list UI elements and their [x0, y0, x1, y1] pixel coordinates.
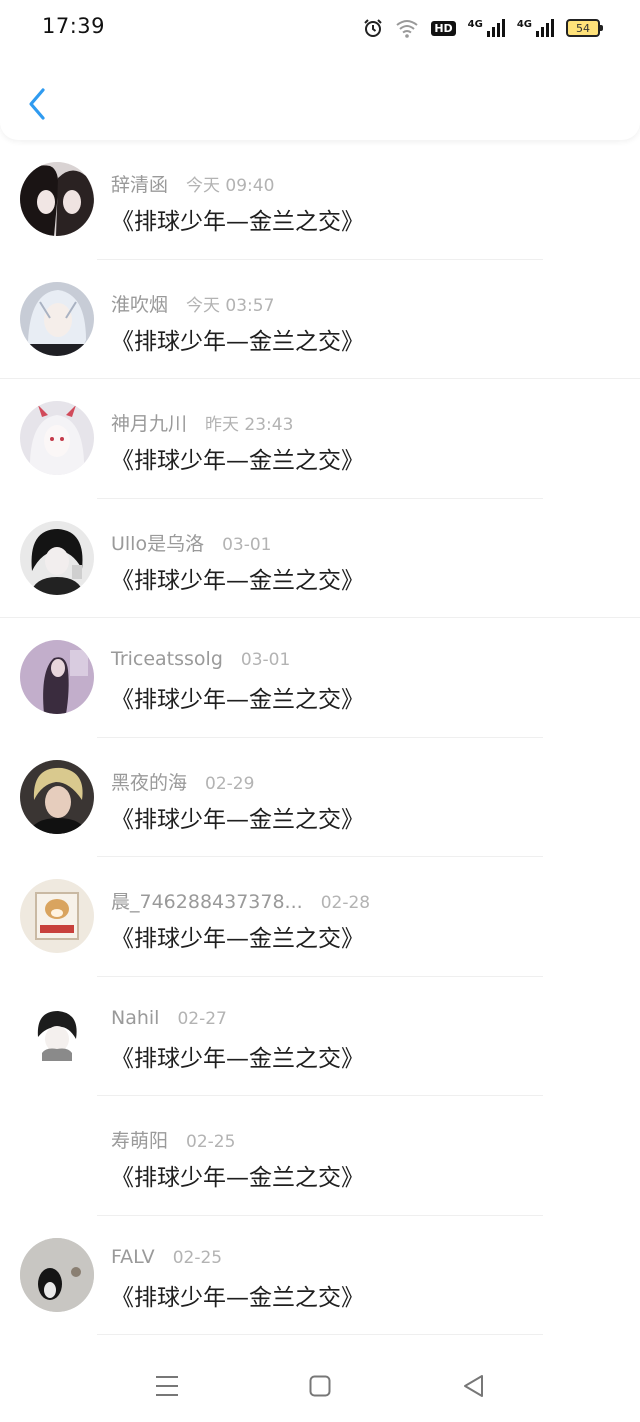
avatar[interactable] — [20, 1237, 94, 1312]
hd-icon: HD — [431, 20, 456, 36]
signal-4g-icon: 4G — [517, 19, 554, 37]
home-button[interactable] — [302, 1368, 338, 1404]
timestamp: 02-25 — [172, 1247, 223, 1268]
status-icons: HD 4G 4G 54 — [363, 16, 603, 40]
avatar[interactable] — [20, 998, 94, 1073]
item-meta: 神月九川 昨天 23:43 — [111, 409, 293, 436]
avatar[interactable] — [20, 401, 94, 475]
message-text: 《排球少年—金兰之交》 — [111, 806, 364, 833]
list-item[interactable]: Nahil 02-27 《排球少年—金兰之交》 — [0, 977, 640, 1096]
message-text: 《排球少年—金兰之交》 — [111, 1284, 364, 1311]
timestamp: 02-27 — [177, 1008, 227, 1029]
signal-4g-icon: 4G — [468, 19, 505, 37]
avatar[interactable] — [20, 640, 94, 714]
home-icon — [309, 1375, 331, 1397]
list-item[interactable]: Ullo是乌洛 03-01 《排球少年—金兰之交》 — [0, 499, 640, 618]
message-text: 《排球少年—金兰之交》 — [111, 1165, 364, 1191]
avatar[interactable] — [20, 879, 94, 953]
avatar[interactable] — [20, 162, 94, 236]
list-item[interactable]: 淮吹烟 今天 03:57 《排球少年—金兰之交》 — [0, 260, 640, 379]
user-name[interactable]: 辞清函 — [111, 170, 168, 197]
list-item[interactable]: 神月九川 昨天 23:43 《排球少年—金兰之交》 — [0, 379, 640, 499]
timestamp: 02-28 — [320, 893, 371, 913]
menu-button[interactable] — [149, 1368, 185, 1404]
item-meta: Triceatssolg 03-01 — [111, 648, 290, 670]
menu-icon — [156, 1376, 178, 1396]
avatar[interactable] — [20, 759, 94, 834]
back-nav-button[interactable] — [455, 1368, 491, 1404]
message-text: 《排球少年—金兰之交》 — [111, 209, 364, 235]
divider — [97, 1334, 543, 1335]
message-list: 辞清函 今天 09:40 《排球少年—金兰之交》 淮吹烟 今天 03:57 《排… — [0, 140, 640, 1335]
message-text: 《排球少年—金兰之交》 — [111, 926, 364, 952]
battery-level: 54 — [576, 21, 590, 35]
item-meta: Ullo是乌洛 03-01 — [111, 529, 272, 556]
item-meta: 黑夜的海 02-29 — [111, 768, 254, 795]
message-text: 《排球少年—金兰之交》 — [111, 328, 364, 355]
item-meta: 晨_746288437378... 02-28 — [111, 887, 370, 914]
timestamp: 03-01 — [240, 650, 291, 670]
timestamp: 02-25 — [186, 1132, 236, 1152]
list-item[interactable]: Triceatssolg 03-01 《排球少年—金兰之交》 — [0, 618, 640, 738]
avatar[interactable] — [20, 1118, 94, 1192]
user-name[interactable]: FALV — [111, 1246, 155, 1268]
list-item[interactable]: FALV 02-25 《排球少年—金兰之交》 — [0, 1216, 640, 1335]
item-meta: 淮吹烟 今天 03:57 — [111, 290, 274, 317]
timestamp: 03-01 — [222, 534, 272, 555]
wifi-icon — [396, 20, 418, 38]
user-name[interactable]: 神月九川 — [111, 409, 187, 436]
battery-icon: 54 — [566, 19, 603, 37]
alarm-icon — [364, 19, 383, 37]
item-meta: 寿萌阳 02-25 — [111, 1126, 235, 1153]
list-item[interactable]: 晨_746288437378... 02-28 《排球少年—金兰之交》 — [0, 857, 640, 977]
user-name[interactable]: 晨_746288437378... — [111, 887, 303, 914]
user-name[interactable]: Triceatssolg — [111, 648, 223, 670]
back-button[interactable] — [22, 84, 52, 124]
message-text: 《排球少年—金兰之交》 — [111, 448, 364, 474]
list-item[interactable]: 黑夜的海 02-29 《排球少年—金兰之交》 — [0, 738, 640, 857]
list-item[interactable]: 辞清函 今天 09:40 《排球少年—金兰之交》 — [0, 140, 640, 260]
timestamp: 昨天 23:43 — [205, 415, 294, 435]
status-bar: 17:39 HD 4G 4G 54 — [0, 0, 640, 56]
user-name[interactable]: Nahil — [111, 1007, 159, 1029]
user-name[interactable]: 黑夜的海 — [111, 768, 187, 795]
app-header: 17:39 HD 4G 4G 54 — [0, 0, 640, 140]
status-time: 17:39 — [42, 14, 106, 38]
user-name[interactable]: 淮吹烟 — [111, 290, 168, 317]
avatar[interactable] — [20, 520, 94, 595]
list-item[interactable]: 寿萌阳 02-25 《排球少年—金兰之交》 — [0, 1096, 640, 1216]
item-meta: Nahil 02-27 — [111, 1007, 227, 1029]
avatar[interactable] — [20, 281, 94, 356]
back-triangle-icon — [464, 1375, 483, 1397]
message-text: 《排球少年—金兰之交》 — [111, 687, 364, 713]
message-text: 《排球少年—金兰之交》 — [111, 1045, 364, 1072]
timestamp: 今天 03:57 — [186, 295, 275, 316]
user-name[interactable]: 寿萌阳 — [111, 1126, 168, 1153]
signal-label: 4G — [467, 19, 483, 30]
user-name[interactable]: Ullo是乌洛 — [111, 529, 204, 556]
chevron-left-icon — [29, 88, 45, 120]
system-nav-bar — [0, 1350, 640, 1422]
item-meta: 辞清函 今天 09:40 — [111, 170, 274, 197]
timestamp: 今天 09:40 — [186, 176, 275, 196]
item-meta: FALV 02-25 — [111, 1246, 222, 1268]
message-text: 《排球少年—金兰之交》 — [111, 567, 364, 594]
signal-label: 4G — [516, 19, 532, 30]
timestamp: 02-29 — [205, 773, 255, 794]
